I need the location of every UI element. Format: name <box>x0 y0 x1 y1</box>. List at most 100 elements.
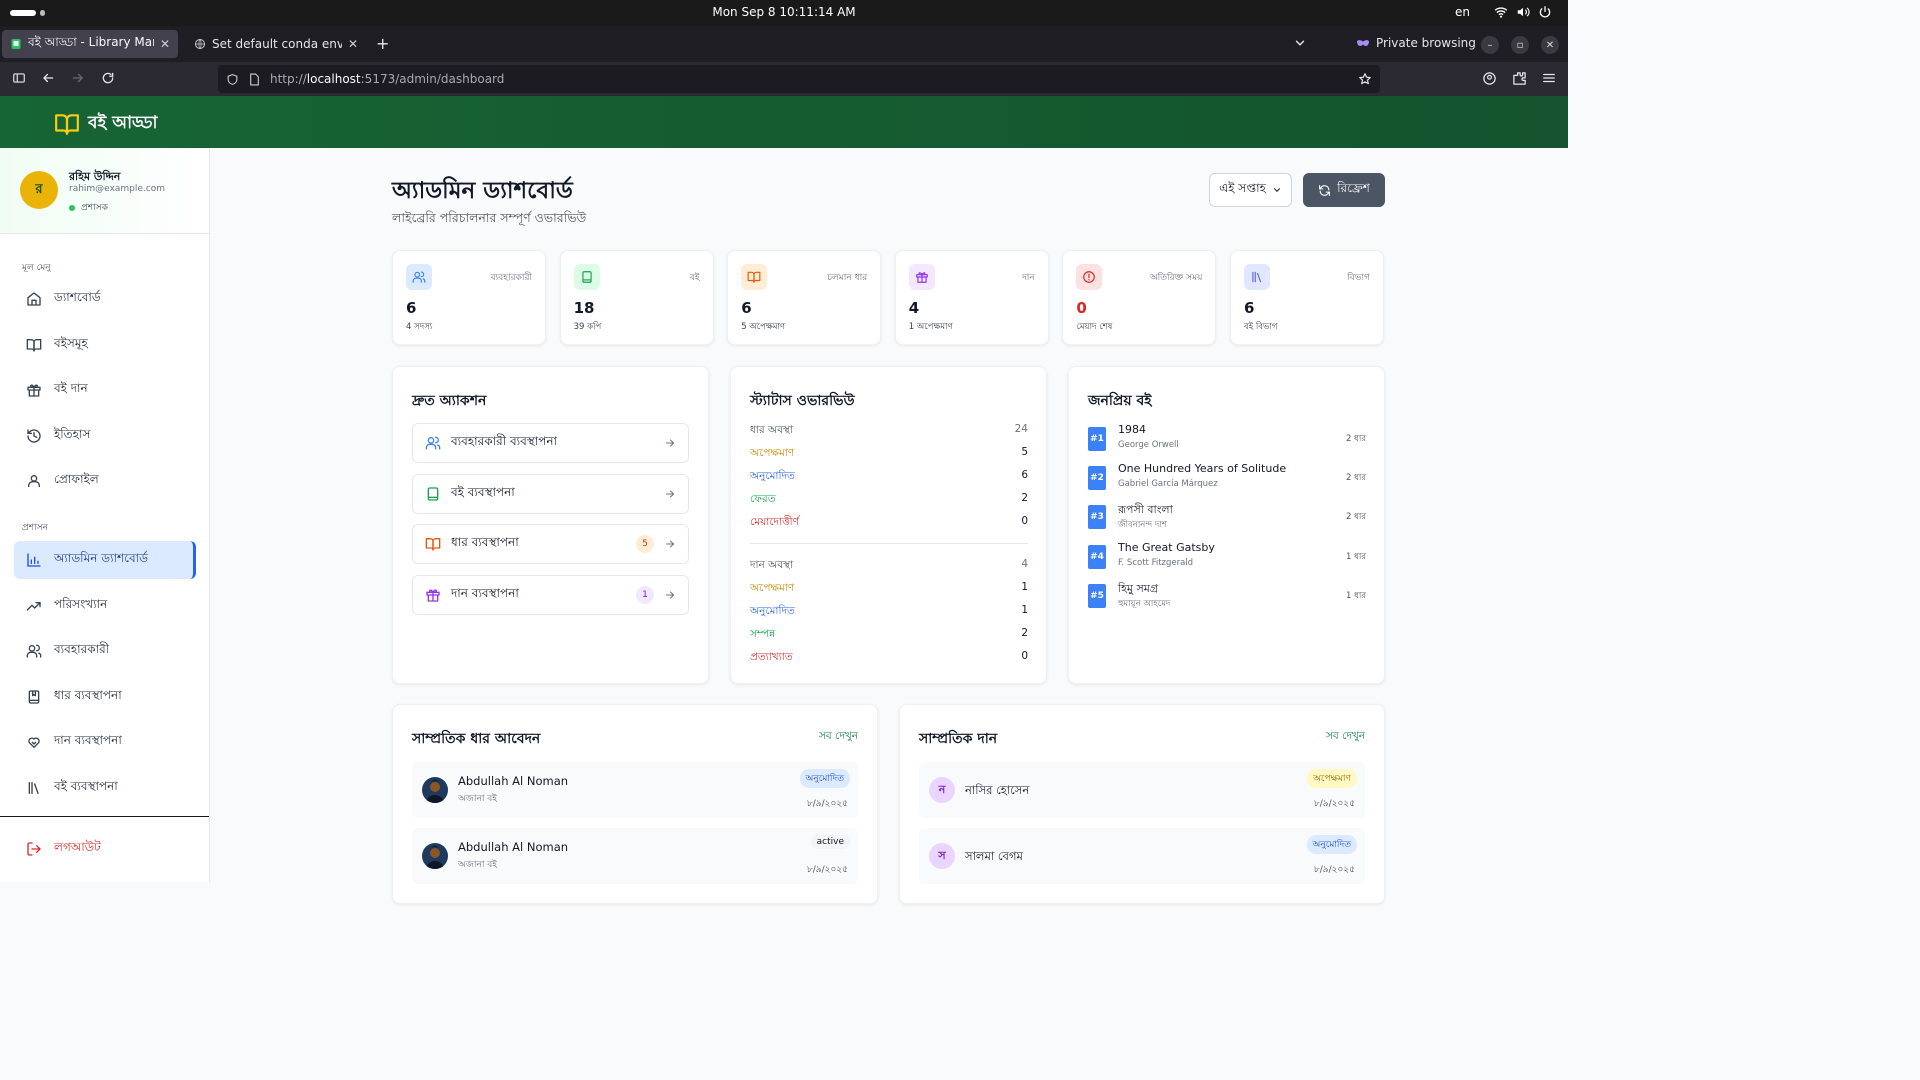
user-icon <box>26 473 42 489</box>
stat-sub: 39 কপি <box>573 322 602 332</box>
stat-label: চলমান ধার <box>827 273 868 283</box>
keyboard-language[interactable]: en <box>1455 5 1470 19</box>
borrow-request-item[interactable]: Abdullah Al Noman অজানা বই অনুমোদিত ৮/৯/… <box>412 762 858 818</box>
sidebar-item-label: বই ব্যবস্থাপনা <box>54 779 118 793</box>
status-value: 0 <box>1021 650 1028 662</box>
browser-tab-strip: বই আড্ডা - Library Manager ✕ Set default… <box>0 26 1568 62</box>
see-all-borrows-link[interactable]: সব দেখুন <box>819 729 858 746</box>
stat-card: দান 4 1 অপেক্ষমাণ <box>894 250 1049 345</box>
page-info-icon[interactable] <box>249 73 260 86</box>
popular-book-item[interactable]: #4 The Great Gatsby F. Scott Fitzgerald … <box>1088 541 1366 573</box>
popular-books-card: জনপ্রিয় বই #1 1984 George Orwell 2 ধার … <box>1068 366 1385 684</box>
os-top-bar: Mon Sep 8 10:11:14 AM en <box>0 0 1568 26</box>
account-icon[interactable] <box>1482 71 1497 86</box>
sidebar-item-label: ব্যবহারকারী <box>54 642 110 657</box>
new-tab-icon[interactable]: + <box>376 34 389 53</box>
status-head-row: দান অবস্থা 4 <box>750 558 1028 575</box>
sidebar-item[interactable]: বইসমূহ <box>14 326 196 364</box>
book-open-icon <box>54 111 80 137</box>
quick-action-button[interactable]: বই ব্যবস্থাপনা <box>412 473 689 514</box>
popular-book-item[interactable]: #5 হিমু সমগ্র হুমায়ূন আহমেদ 1 ধার <box>1088 580 1366 612</box>
popular-book-item[interactable]: #1 1984 George Orwell 2 ধার <box>1088 423 1366 455</box>
popular-book-item[interactable]: #3 রূপসী বাংলা জীবনানন্দ দাশ 2 ধার <box>1088 501 1366 533</box>
sidebar: র রহিম উদ্দিন rahim@example.com প্রশাসক … <box>0 148 210 882</box>
tab-library-manager[interactable]: বই আড্ডা - Library Manager ✕ <box>2 30 178 58</box>
period-select[interactable]: এই সপ্তাহ <box>1209 173 1292 207</box>
users-icon <box>412 270 426 284</box>
list-all-tabs-icon[interactable] <box>1293 36 1307 50</box>
refresh-label: রিফ্রেশ <box>1337 181 1370 195</box>
reload-icon[interactable] <box>101 71 115 85</box>
refresh-button[interactable]: রিফ্রেশ <box>1303 173 1385 207</box>
address-bar[interactable]: http:// localhost :5173/admin/dashboard <box>218 65 1380 93</box>
logout-button[interactable]: লগআউট <box>14 830 101 868</box>
sidebar-item[interactable]: ড্যাশবোর্ড <box>14 280 196 318</box>
pending-count-badge: 5 <box>636 535 654 554</box>
borrower-name: Abdullah Al Noman <box>458 840 569 854</box>
bookmark-star-icon[interactable] <box>1358 72 1372 86</box>
menu-icon[interactable] <box>1542 71 1556 85</box>
sidebar-item[interactable]: প্রোফাইল <box>14 462 196 500</box>
avatar <box>422 777 448 803</box>
quick-action-button[interactable]: দান ব্যবস্থাপনা 1 <box>412 574 689 615</box>
popular-book-item[interactable]: #2 One Hundred Years of Solitude Gabriel… <box>1088 462 1366 494</box>
quick-action-label: ধার ব্যবস্থাপনা <box>451 535 519 550</box>
quick-action-button[interactable]: ব্যবহারকারী ব্যবস্থাপনা <box>412 423 689 463</box>
extensions-icon[interactable] <box>1512 71 1527 86</box>
history-icon <box>26 428 42 444</box>
status-label: অপেক্ষমাণ <box>750 582 795 594</box>
app-logo[interactable]: বই আড্ডা <box>54 110 157 138</box>
sidebar-item[interactable]: পরিসংখ্যান <box>14 587 196 625</box>
online-dot-icon <box>69 204 75 211</box>
system-tray[interactable] <box>1494 5 1552 19</box>
donation-item[interactable]: ন নাসির হোসেন অপেক্ষমাণ ৮/৯/২০২৫ <box>919 762 1365 818</box>
see-all-donations-link[interactable]: সব দেখুন <box>1326 729 1365 746</box>
recent-donations-title: সাম্প্রতিক দান <box>919 731 998 747</box>
book-author: হুমায়ূন আহমেদ <box>1118 598 1171 609</box>
sidebar-item[interactable]: অ্যাডমিন ড্যাশবোর্ড <box>14 541 196 579</box>
sidebar-item[interactable]: বই দান <box>14 371 196 409</box>
book-author: Gabriel García Márquez <box>1118 479 1218 490</box>
tracking-shield-icon[interactable] <box>226 73 239 86</box>
sidebar-item[interactable]: ইতিহাস <box>14 417 196 455</box>
book-open-icon <box>425 536 441 552</box>
private-mask-icon <box>1357 40 1369 46</box>
library-icon <box>1250 270 1264 284</box>
sidebar-item[interactable]: ধার ব্যবস্থাপনা <box>14 678 196 716</box>
arrow-right-icon <box>664 589 676 601</box>
sidebar-item[interactable]: বই ব্যবস্থাপনা <box>14 769 196 807</box>
forward-icon[interactable] <box>71 71 85 85</box>
system-clock[interactable]: Mon Sep 8 10:11:14 AM <box>0 5 1568 19</box>
tab-conda-env[interactable]: Set default conda env ✕ <box>186 30 366 58</box>
stat-icon-wrap <box>1076 264 1103 290</box>
quick-action-button[interactable]: ধার ব্যবস্থাপনা 5 <box>412 524 689 565</box>
sidebar-item-label: ধার ব্যবস্থাপনা <box>54 687 122 702</box>
stat-value: 6 <box>741 299 752 317</box>
users-icon <box>26 643 42 659</box>
period-select-value: এই সপ্তাহ <box>1219 181 1266 195</box>
logout-label: লগআউট <box>54 840 101 854</box>
restore-window-icon[interactable]: ▫ <box>1511 36 1529 54</box>
sidebar-item-label: পরিসংখ্যান <box>54 596 108 611</box>
book-icon <box>580 270 594 284</box>
home-icon <box>26 291 42 307</box>
borrow-request-item[interactable]: Abdullah Al Noman অজানা বই active ৮/৯/২০… <box>412 828 858 884</box>
sidebar-item[interactable]: ব্যবহারকারী <box>14 632 196 670</box>
book-title: 1984 <box>1118 423 1146 436</box>
sidebar-toggle-icon[interactable] <box>12 71 26 85</box>
arrow-right-icon <box>664 437 676 449</box>
minimize-window-icon[interactable]: – <box>1481 36 1499 54</box>
stat-card: অতিরিক্ত সময় 0 মেয়াদ শেষ <box>1062 250 1217 345</box>
user-email: rahim@example.com <box>69 184 166 194</box>
stat-value: 6 <box>406 299 417 317</box>
stat-icon-wrap <box>406 264 432 290</box>
power-icon <box>1539 6 1551 18</box>
back-icon[interactable] <box>41 71 55 85</box>
status-value: 0 <box>1021 515 1028 527</box>
close-tab-icon[interactable]: ✕ <box>348 37 358 51</box>
close-window-icon[interactable]: ✕ <box>1541 36 1559 54</box>
donation-item[interactable]: স সালমা বেগম অনুমোদিত ৮/৯/২০২৫ <box>919 828 1365 884</box>
close-tab-icon[interactable]: ✕ <box>160 37 170 51</box>
sidebar-item[interactable]: দান ব্যবস্থাপনা <box>14 723 196 761</box>
borrower-name: Abdullah Al Noman <box>458 774 569 788</box>
